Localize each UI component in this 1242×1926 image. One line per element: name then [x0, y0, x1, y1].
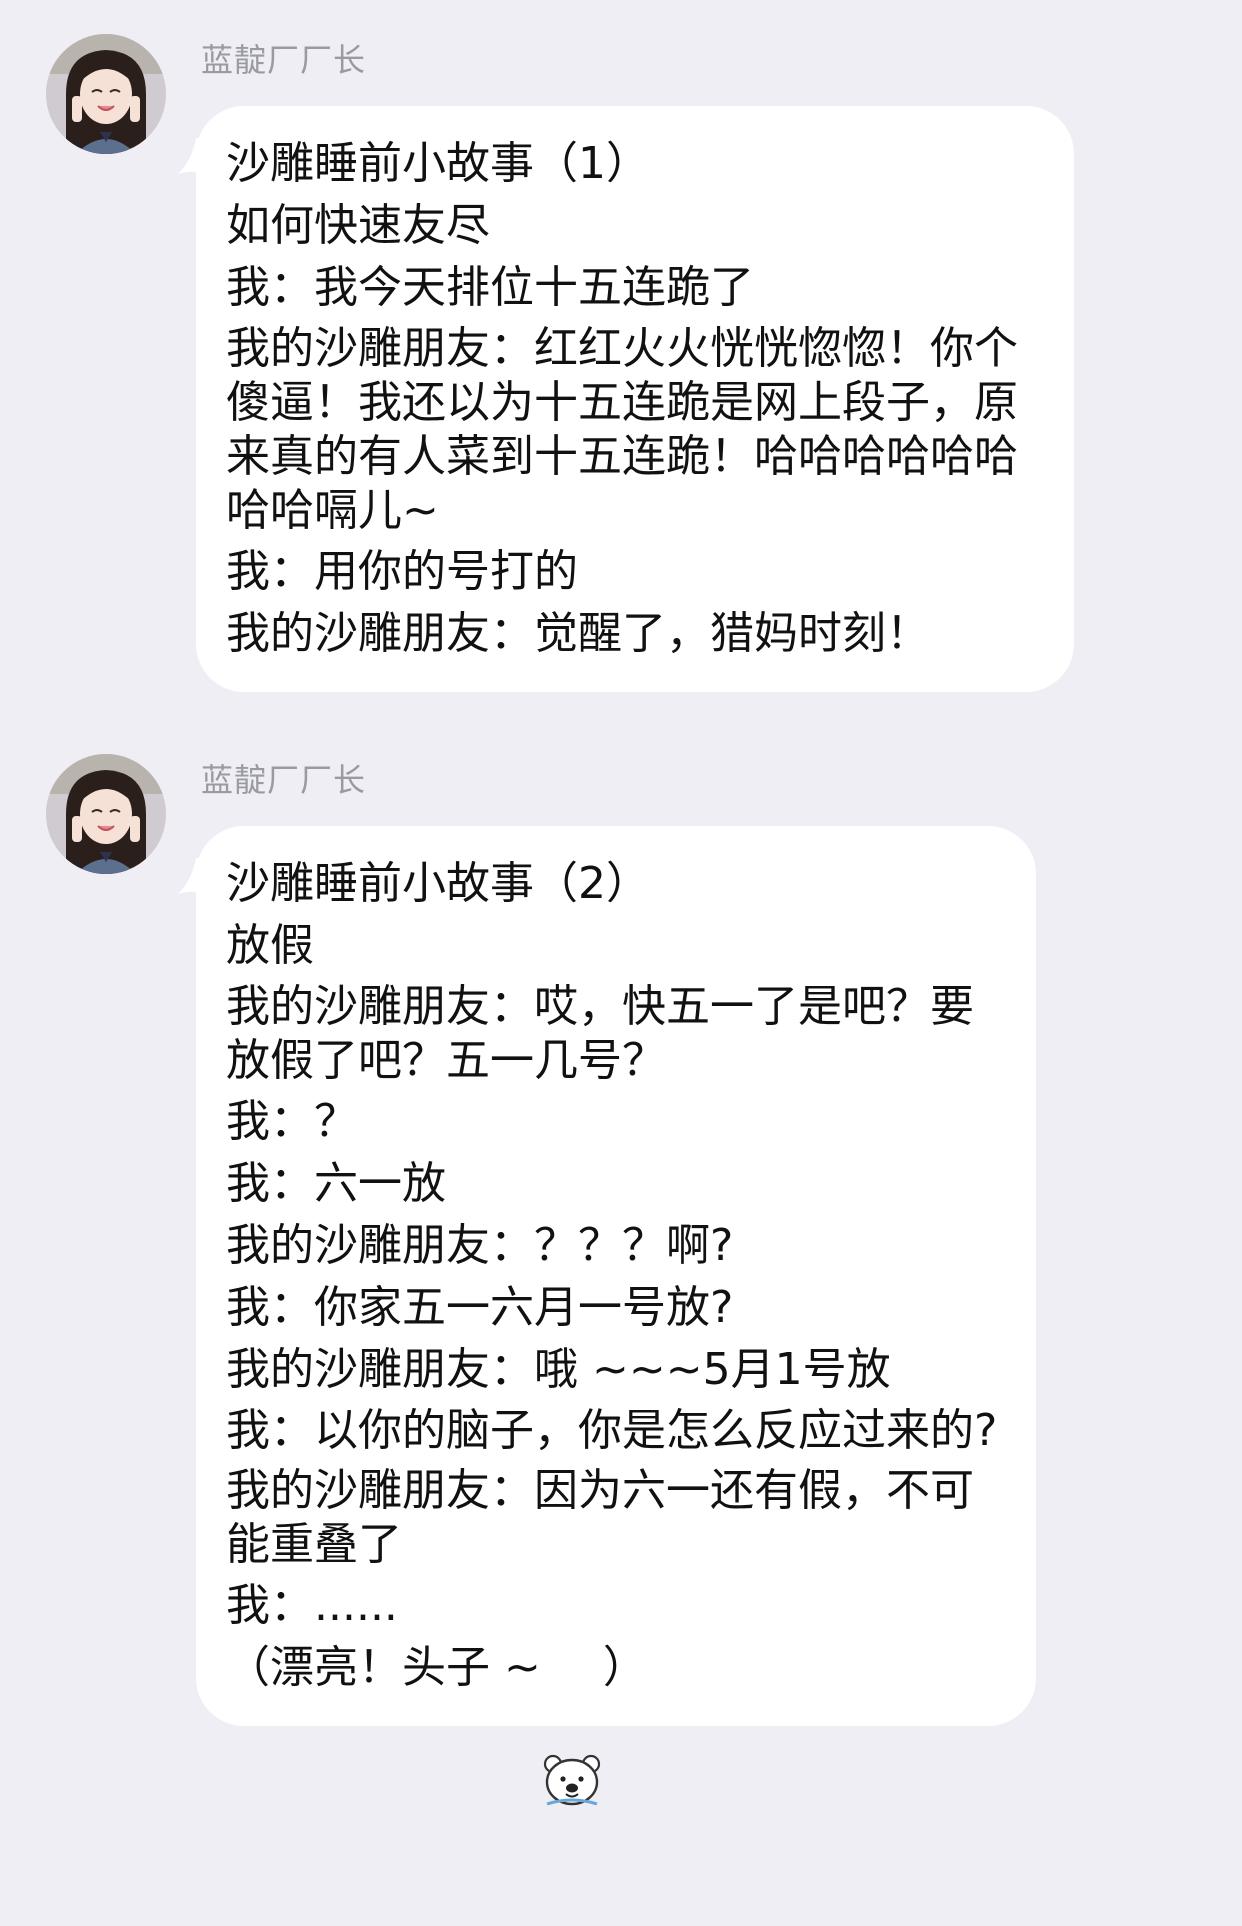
message-line: 我：六一放 — [226, 1158, 446, 1209]
message-line: 放假 — [226, 920, 314, 971]
message-line: 我：你家五一六月一号放? — [226, 1282, 734, 1333]
sender-name[interactable]: 蓝靛厂厂长 — [201, 38, 366, 82]
sender-avatar[interactable] — [46, 754, 166, 874]
avatar-anime-girl-icon — [46, 754, 166, 874]
message-line: 我：...... — [226, 1580, 398, 1631]
message-line: 我：以你的脑子，你是怎么反应过来的? — [226, 1405, 998, 1456]
message-closing-line: （漂亮！头子 ~ ） — [226, 1640, 1000, 1806]
message-line: 我的沙雕朋友：觉醒了，猎妈时刻！ — [226, 608, 930, 659]
message-bubble[interactable]: 沙雕睡前小故事（1） 如何快速友尽 我：我今天排位十五连跪了 我的沙雕朋友：红红… — [196, 106, 1074, 692]
message-line: 我：？ — [226, 1096, 358, 1147]
message-title: 沙雕睡前小故事（2） — [226, 858, 650, 909]
message-title: 沙雕睡前小故事（1） — [226, 138, 650, 189]
message-line: 我的沙雕朋友：因为六一还有假，不可能重叠了 — [226, 1465, 974, 1570]
message-line: 我的沙雕朋友：红红火火恍恍惚惚！你个傻逼！我还以为十五连跪是网上段子，原来真的有… — [226, 323, 1018, 536]
sender-name[interactable]: 蓝靛厂厂长 — [201, 758, 366, 802]
sender-avatar[interactable] — [46, 34, 166, 154]
polar-bear-emoji-icon — [541, 1640, 603, 1806]
closing-paren: ） — [602, 1642, 647, 1693]
message-line: 我的沙雕朋友：哎，快五一了是吧？要放假了吧？五一几号？ — [226, 981, 974, 1086]
closing-text: （漂亮！头子 ~ — [226, 1642, 541, 1693]
message-line: 我：我今天排位十五连跪了 — [226, 262, 754, 313]
message-line: 我：用你的号打的 — [226, 546, 578, 597]
message-line: 我的沙雕朋友：哦 ~~~5月1号放 — [226, 1344, 891, 1395]
message-bubble[interactable]: 沙雕睡前小故事（2） 放假 我的沙雕朋友：哎，快五一了是吧？要放假了吧？五一几号… — [196, 826, 1036, 1806]
message-line: 我的沙雕朋友：？？？啊? — [226, 1220, 734, 1271]
message-line: 如何快速友尽 — [226, 200, 490, 251]
avatar-anime-girl-icon — [46, 34, 166, 154]
